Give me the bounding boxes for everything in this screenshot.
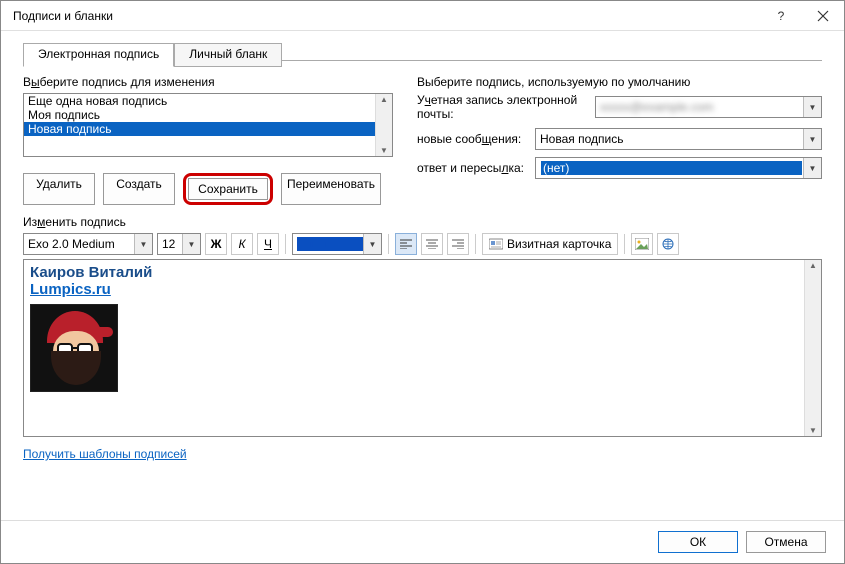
delete-button[interactable]: Удалить	[23, 173, 95, 205]
signature-listbox[interactable]: Еще одна новая подпись Моя подпись Новая…	[23, 93, 393, 157]
separator	[285, 234, 286, 254]
chevron-down-icon[interactable]: ▼	[803, 158, 821, 178]
chevron-down-icon[interactable]: ▼	[363, 234, 381, 254]
align-center-button[interactable]	[421, 233, 443, 255]
email-account-combo[interactable]: xxxxx@example.com ▼	[595, 96, 822, 118]
panel: Выберите подпись для изменения Еще одна …	[1, 67, 844, 461]
help-button[interactable]: ?	[760, 1, 802, 31]
italic-button[interactable]: К	[231, 233, 253, 255]
list-item[interactable]: Новая подпись	[24, 122, 375, 136]
font-combo[interactable]: Exo 2.0 Medium ▼	[23, 233, 153, 255]
underline-button[interactable]: Ч	[257, 233, 279, 255]
scroll-up-icon[interactable]: ▲	[379, 94, 389, 105]
scroll-down-icon[interactable]: ▼	[379, 145, 389, 156]
align-right-button[interactable]	[447, 233, 469, 255]
get-templates-link[interactable]: Получить шаблоны подписей	[23, 447, 187, 461]
tab-row: Электронная подпись Личный бланк	[23, 43, 844, 67]
scrollbar[interactable]: ▲ ▼	[375, 94, 392, 156]
separator	[624, 234, 625, 254]
reply-forward-label: ответ и пересылка:	[417, 161, 535, 175]
editor-line-name[interactable]: Каиров Виталий	[30, 264, 798, 281]
right-column: Выберите подпись, используемую по умолча…	[417, 75, 822, 205]
chevron-down-icon[interactable]: ▼	[134, 234, 152, 254]
window-title: Подписи и бланки	[13, 9, 760, 23]
edit-signature-section: Изменить подпись Exo 2.0 Medium ▼ 12 ▼ Ж…	[23, 215, 822, 461]
separator	[475, 234, 476, 254]
editor-toolbar: Exo 2.0 Medium ▼ 12 ▼ Ж К Ч ■■■■ ▼	[23, 233, 822, 255]
bold-button[interactable]: Ж	[205, 233, 227, 255]
scroll-up-icon[interactable]: ▲	[808, 260, 818, 271]
choose-signature-label: Выберите подпись для изменения	[23, 75, 393, 89]
insert-image-button[interactable]	[631, 233, 653, 255]
close-button[interactable]	[802, 1, 844, 31]
chevron-down-icon[interactable]: ▼	[182, 234, 200, 254]
new-messages-label: новые сообщения:	[417, 132, 535, 146]
titlebar: Подписи и бланки ?	[1, 1, 844, 31]
signature-editor[interactable]: Каиров Виталий Lumpics.ru ▲ ▼	[23, 259, 822, 437]
insert-link-button[interactable]	[657, 233, 679, 255]
font-color-combo[interactable]: ■■■■ ▼	[292, 233, 382, 255]
tab-signature[interactable]: Электронная подпись	[23, 43, 174, 67]
dialog-window: Подписи и бланки ? Электронная подпись Л…	[0, 0, 845, 564]
chevron-down-icon[interactable]: ▼	[803, 129, 821, 149]
list-item[interactable]: Моя подпись	[24, 108, 375, 122]
chevron-down-icon[interactable]: ▼	[803, 97, 821, 117]
default-signature-heading: Выберите подпись, используемую по умолча…	[417, 75, 822, 89]
email-account-label: Учетная запись электронной почты:	[417, 93, 595, 121]
ok-button[interactable]: ОК	[658, 531, 738, 553]
left-column: Выберите подпись для изменения Еще одна …	[23, 75, 393, 205]
editor-avatar-image[interactable]	[30, 304, 118, 392]
save-button[interactable]: Сохранить	[188, 178, 268, 200]
reply-forward-combo[interactable]: (нет) ▼	[535, 157, 822, 179]
rename-button[interactable]: Переименовать	[281, 173, 381, 205]
business-card-button[interactable]: Визитная карточка	[482, 233, 618, 255]
signature-buttons-row: Удалить Создать Сохранить Переименовать	[23, 173, 393, 205]
new-messages-combo[interactable]: Новая подпись ▼	[535, 128, 822, 150]
edit-signature-label: Изменить подпись	[23, 215, 822, 229]
separator	[388, 234, 389, 254]
tab-personal-template[interactable]: Личный бланк	[174, 43, 282, 67]
save-highlight: Сохранить	[183, 173, 273, 205]
editor-line-link[interactable]: Lumpics.ru	[30, 281, 798, 298]
align-left-button[interactable]	[395, 233, 417, 255]
cancel-button[interactable]: Отмена	[746, 531, 826, 553]
create-button[interactable]: Создать	[103, 173, 175, 205]
scroll-down-icon[interactable]: ▼	[808, 425, 818, 436]
card-icon	[489, 238, 503, 250]
list-item[interactable]: Еще одна новая подпись	[24, 94, 375, 108]
dialog-footer: ОК Отмена	[1, 520, 844, 563]
editor-scrollbar[interactable]: ▲ ▼	[804, 260, 821, 436]
font-size-combo[interactable]: 12 ▼	[157, 233, 201, 255]
